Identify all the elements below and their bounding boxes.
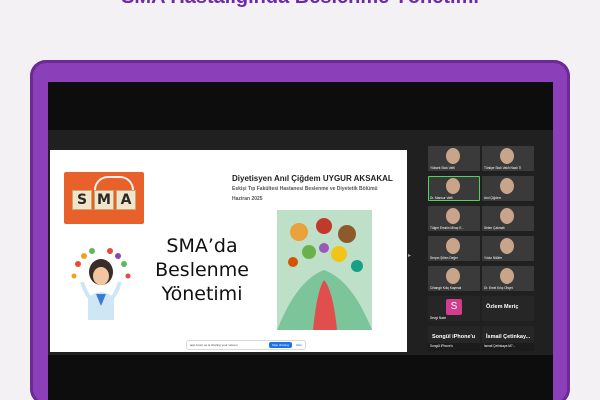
participant-tile[interactable]: Selen Çakmak	[482, 206, 534, 231]
participant-name: Songül iPhone'u	[432, 334, 476, 340]
participant-avatar: S	[446, 299, 462, 315]
stop-sharing-button[interactable]: Stop sharing	[268, 342, 292, 348]
presenter-department: Eskişi Tıp Fakültesi Hastanesi Beslenme …	[232, 186, 378, 192]
participant-tile[interactable]: Tülger Ersinin Miraç E...	[428, 206, 480, 231]
logo-letter-a: A	[116, 190, 136, 210]
logo-letter-s: S	[72, 190, 92, 210]
participant-tile[interactable]: S Sevgi Naim	[428, 296, 480, 321]
participant-video	[500, 208, 514, 224]
share-status-text: app.zoom.us is sharing your screen.	[190, 343, 239, 347]
participant-tile-active[interactable]: Dr. Mansur Vafti	[428, 176, 480, 201]
logo-letter-m: M	[94, 190, 114, 210]
participant-video	[446, 148, 460, 164]
participant-tile[interactable]: Serpın Şölen Değer	[428, 236, 480, 261]
participant-video	[446, 208, 460, 224]
shared-slide: S M A Diyetisyen Anıl Çiğdem UYGUR AKSAK…	[50, 150, 407, 352]
participant-tile[interactable]: Cihangir Kılıç Kaymak	[428, 266, 480, 291]
participant-tile[interactable]: Songül iPhone'u Songül iPhone'u	[428, 326, 480, 351]
participant-tile[interactable]: Özlem Meriç	[482, 296, 534, 321]
participant-name: İsmail Çetinkay...	[486, 334, 531, 340]
screen-share-bar: app.zoom.us is sharing your screen. Stop…	[186, 340, 306, 350]
participant-tile[interactable]: Dr. Emel Kılıç Ohçet	[482, 266, 534, 291]
stethoscope-icon	[94, 176, 134, 190]
participant-video	[446, 268, 460, 284]
participant-video	[500, 148, 514, 164]
participant-video	[446, 178, 460, 194]
participant-video	[446, 238, 460, 254]
page-banner-title: SMA Hastalığında Beslenme Yönetimi	[0, 0, 600, 10]
participant-tile[interactable]: Yüksek Stok Vafti	[428, 146, 480, 171]
hide-button[interactable]: Hide	[296, 343, 302, 347]
slide-title: SMA’da Beslenme Yönetimi	[155, 235, 249, 305]
participant-name: Özlem Meriç	[486, 304, 519, 310]
participant-video	[500, 268, 514, 284]
presentation-date: Haziran 2025	[232, 196, 263, 202]
participant-gallery: Yüksek Stok Vafti Türkiye Stok Vakfı Naz…	[428, 146, 538, 356]
presenter-name: Diyetisyen Anıl Çiğdem UYGUR AKSAKAL	[232, 174, 393, 183]
sma-logo-image: S M A	[64, 172, 144, 224]
doctor-illustration	[71, 248, 131, 320]
participant-video	[500, 178, 514, 194]
participant-video	[500, 238, 514, 254]
chevron-right-icon[interactable]: ▸	[408, 252, 412, 259]
participant-tile[interactable]: Yıldız Nilüfer	[482, 236, 534, 261]
participant-tile[interactable]: Anıl Çiğdem	[482, 176, 534, 201]
participant-tile[interactable]: Türkiye Stok Vakfı Nazlı Ti	[482, 146, 534, 171]
vegetables-illustration	[277, 210, 372, 330]
participant-tile[interactable]: İsmail Çetinkay... İsmail Çetinkaya M7..…	[482, 326, 534, 351]
